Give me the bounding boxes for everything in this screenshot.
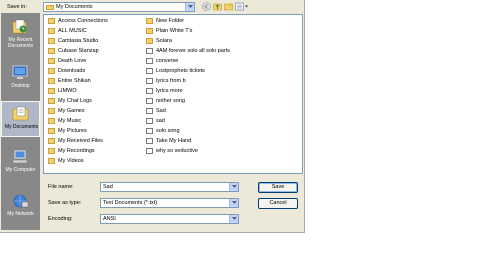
chevron-down-icon [232,185,237,188]
text-document-icon [146,98,153,104]
text-document-icon [146,108,153,114]
encoding-label: Encoding: [48,216,73,222]
save-button[interactable]: Save [258,182,298,193]
up-folder-icon[interactable] [213,2,222,11]
save-in-dropdown-button[interactable] [185,3,194,11]
place-my-documents[interactable]: My Documents [1,101,40,137]
folder-icon [48,68,55,74]
folder-icon [146,38,153,44]
encoding-select[interactable]: ANSI [100,214,239,224]
recent-documents-icon [12,19,27,34]
text-document-icon [146,68,153,74]
encoding-dropdown-button[interactable] [229,215,238,223]
folder-icon [48,128,55,134]
text-document-icon [146,88,153,94]
save-as-type-select[interactable]: Text Documents (*.txt) [100,198,239,208]
chevron-down-icon [232,201,237,204]
place-my-recent-documents[interactable]: My Recent Documents [1,15,40,51]
folder-icon [146,28,153,34]
text-document-icon [146,128,153,134]
folder-icon [48,38,55,44]
folder-icon [48,108,55,114]
chevron-down-icon [232,217,237,220]
text-document-icon [146,78,153,84]
file-name-dropdown-button[interactable] [229,183,238,191]
folder-icon [48,158,55,164]
save-as-type-dropdown-button[interactable] [229,199,238,207]
folder-icon [48,118,55,124]
folder-icon [48,138,55,144]
my-computer-icon [12,149,28,164]
place-desktop[interactable]: Desktop [1,61,40,97]
folder-icon [46,5,54,10]
folder-icon [48,148,55,154]
folder-icon [48,28,55,34]
save-as-type-label: Save as type: [48,200,82,206]
text-document-icon [146,118,153,124]
back-icon[interactable] [202,2,211,11]
my-network-icon [13,194,29,208]
file-name-input[interactable]: Sad [100,182,239,192]
folder-icon [48,58,55,64]
place-my-computer[interactable]: My Computer [1,145,40,181]
place-my-network[interactable]: My Network [1,189,40,225]
folder-icon [146,18,153,24]
file-name-label: File name: [48,184,74,190]
places-bar: My Recent Documents Desktop My Documents… [1,13,40,230]
file-list[interactable]: Access Connections ALL MUSIC Camtasia Stud… [43,14,303,174]
text-document-icon [146,48,153,54]
save-in-value: My Documents [56,4,93,10]
chevron-down-icon [188,5,193,8]
text-document-icon [146,58,153,64]
folder-icon [48,48,55,54]
folder-icon [48,88,55,94]
save-in-label: Save in: [7,4,27,10]
views-menu-icon[interactable] [235,2,249,11]
save-in-combo[interactable]: My Documents [43,2,195,12]
my-documents-icon [12,106,29,121]
new-folder-icon[interactable] [224,2,233,11]
folder-icon [48,78,55,84]
save-as-dialog: Save in: My Documents My Recent Document… [0,0,305,233]
cancel-button[interactable]: Cancel [258,198,298,209]
save-in-row: Save in: My Documents [0,0,305,13]
text-document-icon [146,138,153,144]
text-document-icon [146,148,153,154]
folder-icon [48,18,55,24]
folder-icon [48,98,55,104]
desktop-icon [12,65,28,79]
